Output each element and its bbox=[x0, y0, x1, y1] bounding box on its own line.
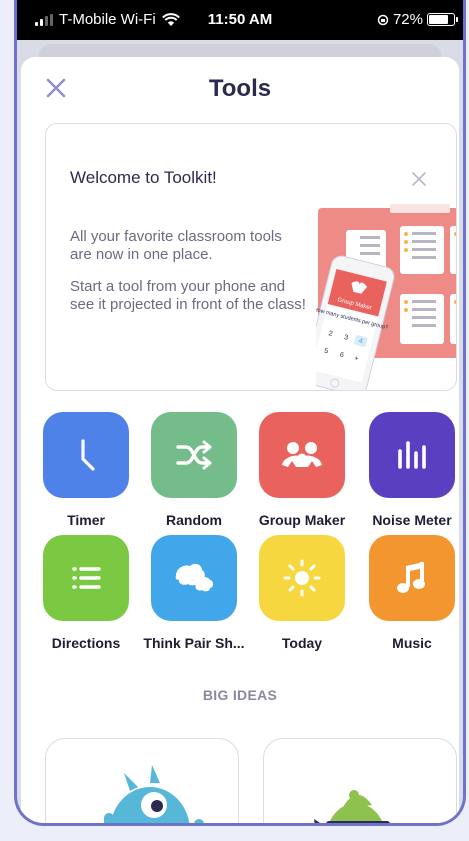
tool-random[interactable]: Random bbox=[139, 412, 249, 528]
battery-icon bbox=[427, 13, 458, 26]
battery-percent: 72% bbox=[392, 11, 423, 28]
tool-noise-meter[interactable]: Noise Meter bbox=[357, 412, 459, 528]
shuffle-icon bbox=[176, 440, 212, 470]
tool-label: Group Maker bbox=[258, 512, 346, 528]
tool-think-pair-share[interactable]: Think Pair Sh... bbox=[139, 535, 249, 651]
tool-timer[interactable]: Timer bbox=[31, 412, 141, 528]
big-idea-card-1[interactable] bbox=[45, 738, 239, 823]
today-tile[interactable] bbox=[259, 535, 345, 621]
status-bar: T-Mobile Wi-Fi 11:50 AM 72% bbox=[17, 0, 463, 40]
tool-label: Directions bbox=[51, 635, 121, 651]
group-icon bbox=[282, 442, 322, 467]
toolkit-illustration: Group Maker How many students per group?… bbox=[316, 204, 456, 390]
tool-label: Today bbox=[281, 635, 323, 651]
battery-group: 72% bbox=[377, 11, 458, 28]
big-idea-card-2[interactable] bbox=[263, 738, 457, 823]
noise-meter-tile[interactable] bbox=[369, 412, 455, 498]
music-tile[interactable] bbox=[369, 535, 455, 621]
tools-sheet: Tools Welcome to Toolkit! All your favor… bbox=[21, 57, 459, 823]
chat-bubbles-icon bbox=[175, 563, 213, 592]
welcome-text-2: Start a tool from your phone and see it … bbox=[70, 278, 306, 313]
tool-music[interactable]: Music bbox=[357, 535, 459, 651]
welcome-card: Welcome to Toolkit! All your favorite cl… bbox=[45, 123, 457, 391]
tool-group-maker[interactable]: Group Maker bbox=[247, 412, 357, 528]
think-pair-share-tile[interactable] bbox=[151, 535, 237, 621]
monster-mascot-icon bbox=[104, 765, 204, 823]
welcome-title: Welcome to Toolkit! bbox=[70, 168, 217, 187]
noise-meter-icon bbox=[398, 441, 426, 469]
welcome-text-1: All your favorite classroom tools are no… bbox=[70, 228, 282, 263]
tool-label: Timer bbox=[67, 512, 105, 528]
tool-label: Music bbox=[392, 635, 432, 651]
welcome-body: All your favorite classroom tools are no… bbox=[70, 228, 306, 328]
timer-icon bbox=[81, 439, 95, 471]
page-title: Tools bbox=[208, 75, 272, 102]
music-note-icon bbox=[397, 562, 425, 593]
tool-label: Think Pair Sh... bbox=[143, 635, 245, 651]
sheet-header: Tools bbox=[21, 57, 459, 123]
directions-tile[interactable] bbox=[43, 535, 129, 621]
list-icon bbox=[72, 567, 101, 589]
big-ideas-heading: BIG IDEAS bbox=[202, 687, 278, 703]
timer-tile[interactable] bbox=[43, 412, 129, 498]
dismiss-icon[interactable] bbox=[410, 170, 428, 188]
tool-label: Random bbox=[166, 512, 222, 528]
rotation-lock-icon bbox=[377, 14, 389, 25]
ninja-mascot-icon bbox=[314, 790, 390, 823]
tool-today[interactable]: Today bbox=[247, 535, 357, 651]
tool-label: Noise Meter bbox=[372, 512, 452, 528]
tool-directions[interactable]: Directions bbox=[31, 535, 141, 651]
phone-frame: T-Mobile Wi-Fi 11:50 AM 72% Tools Welcom… bbox=[14, 0, 466, 826]
random-tile[interactable] bbox=[151, 412, 237, 498]
group-maker-tile[interactable] bbox=[259, 412, 345, 498]
sun-icon bbox=[283, 559, 321, 597]
